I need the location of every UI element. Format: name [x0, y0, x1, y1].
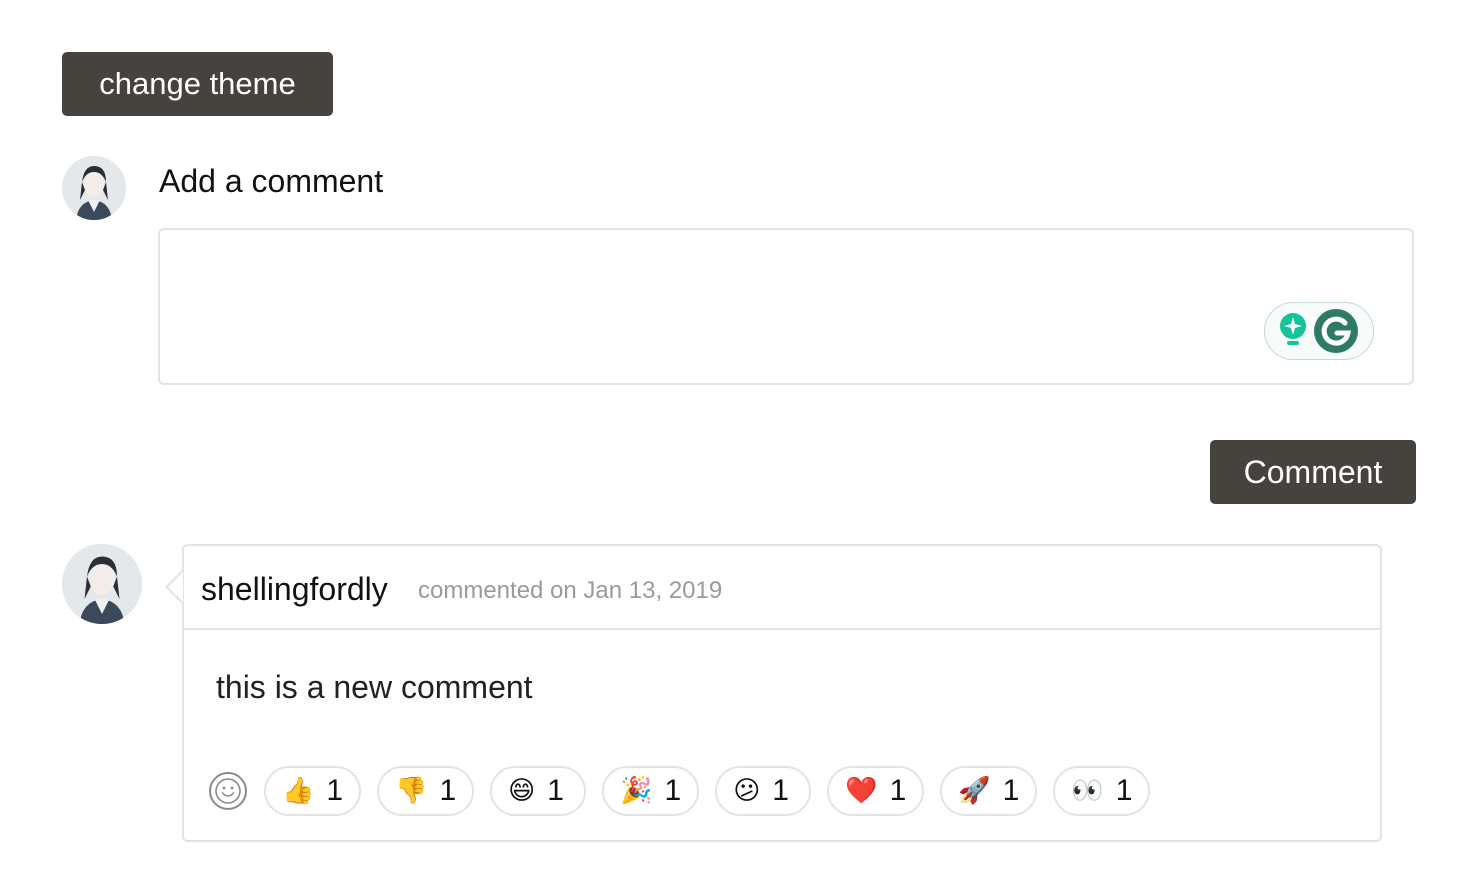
reaction-grinning-face[interactable]: 😄 1: [490, 766, 587, 816]
reaction-heart[interactable]: ❤️ 1: [827, 766, 925, 816]
reactions-bar: 👍 1 👎 1 😄 1 🎉 1 😕 1 ❤️ 1 🚀 1 👀 1: [208, 766, 1151, 816]
comment-author-avatar[interactable]: [62, 544, 142, 624]
rocket-icon: 🚀: [958, 776, 991, 806]
reaction-count: 1: [439, 774, 457, 807]
reaction-thumbs-up[interactable]: 👍 1: [264, 766, 362, 816]
grammarly-widget[interactable]: [1264, 302, 1374, 360]
reaction-count: 1: [889, 774, 907, 807]
lightbulb-icon[interactable]: [1277, 311, 1309, 351]
comment-header: shellingfordly commented on Jan 13, 2019: [184, 546, 1380, 630]
reaction-count: 1: [1115, 774, 1133, 807]
current-user-avatar: [62, 156, 126, 220]
change-theme-button[interactable]: change theme: [62, 52, 333, 116]
comment-pointer-fill: [168, 572, 183, 602]
reaction-thumbs-down[interactable]: 👎 1: [377, 766, 475, 816]
comment-timestamp: commented on Jan 13, 2019: [418, 577, 723, 604]
party-popper-icon: 🎉: [620, 776, 653, 806]
confused-face-icon: 😕: [733, 776, 761, 806]
thumbs-up-icon: 👍: [282, 776, 315, 806]
avatar-image: [62, 156, 126, 220]
reaction-count: 1: [326, 774, 344, 807]
smiley-icon[interactable]: [208, 771, 248, 811]
heart-icon: ❤️: [845, 776, 878, 806]
grammarly-logo-icon[interactable]: [1313, 308, 1359, 354]
comment-author-link[interactable]: shellingfordly: [201, 570, 388, 608]
reaction-eyes[interactable]: 👀 1: [1053, 766, 1151, 816]
reaction-count: 1: [772, 774, 789, 807]
submit-comment-button[interactable]: Comment: [1210, 440, 1416, 504]
comment-card: shellingfordly commented on Jan 13, 2019…: [182, 544, 1382, 842]
grinning-face-icon: 😄: [508, 776, 536, 806]
reaction-party-popper[interactable]: 🎉 1: [602, 766, 700, 816]
comment-body: this is a new comment: [216, 669, 533, 705]
avatar-image: [62, 544, 142, 624]
reaction-rocket[interactable]: 🚀 1: [940, 766, 1038, 816]
add-comment-heading: Add a comment: [159, 163, 384, 199]
eyes-icon: 👀: [1071, 776, 1104, 806]
reaction-count: 1: [1002, 774, 1020, 807]
reaction-confused-face[interactable]: 😕 1: [715, 766, 812, 816]
reaction-count: 1: [547, 774, 564, 807]
add-reaction-button[interactable]: [208, 771, 248, 811]
comment-input[interactable]: [158, 228, 1414, 385]
reaction-count: 1: [664, 774, 682, 807]
thumbs-down-icon: 👎: [395, 776, 428, 806]
